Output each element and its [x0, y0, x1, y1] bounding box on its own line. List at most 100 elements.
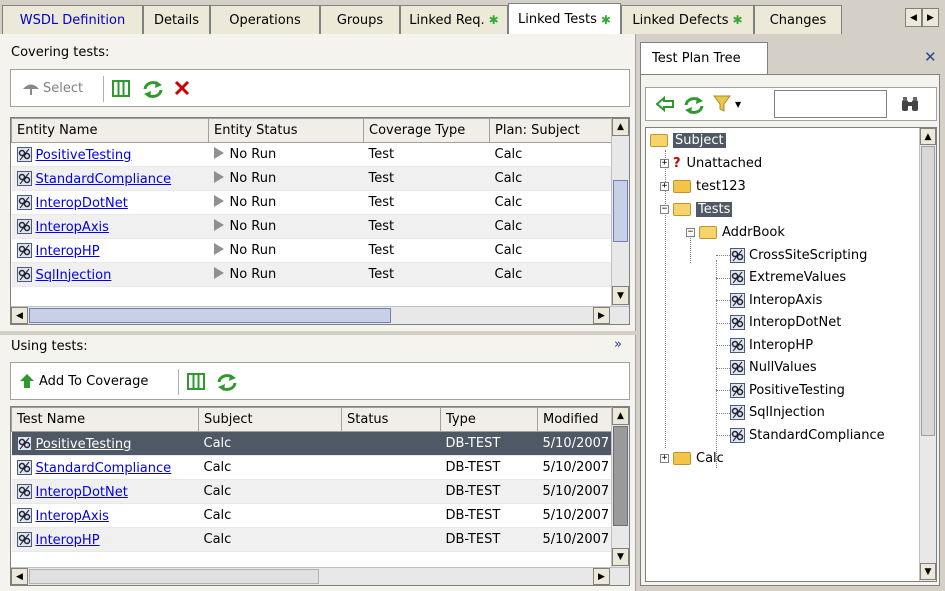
column-header-entity-status[interactable]: Entity Status [208, 118, 364, 143]
test-link[interactable]: InteropDotNet [36, 485, 128, 500]
column-header-subject[interactable]: Subject [198, 407, 342, 432]
tree-node-subject[interactable]: Subject [650, 130, 726, 150]
test-link[interactable]: StandardCompliance [36, 461, 172, 476]
covering-vertical-scrollbar[interactable]: ▲ ▼ [611, 118, 629, 306]
table-row[interactable]: PositiveTesting No Run Test Calc [11, 142, 612, 167]
scroll-down-button[interactable]: ▼ [920, 563, 936, 580]
find-button[interactable] [901, 96, 919, 112]
table-row[interactable]: StandardCompliance No Run Test Calc [11, 166, 612, 191]
entity-name-cell[interactable]: SqlInjection [11, 262, 209, 287]
test-link[interactable]: SqlInjection [36, 268, 112, 283]
entity-name-cell[interactable]: InteropHP [11, 238, 209, 263]
tree-node-test[interactable]: StandardCompliance [730, 425, 885, 445]
scroll-thumb[interactable] [921, 146, 935, 436]
expand-icon[interactable]: + [660, 181, 669, 191]
test-link[interactable]: InteropHP [36, 244, 100, 259]
scroll-right-button[interactable]: ▶ [593, 568, 610, 585]
table-row[interactable]: PositiveTesting Calc DB-TEST 5/10/2007 [11, 431, 612, 456]
select-columns-button[interactable] [187, 373, 205, 390]
tab-groups[interactable]: Groups [320, 5, 400, 34]
scroll-thumb[interactable] [613, 180, 628, 242]
tree-search-input[interactable] [774, 90, 887, 118]
tab-scroll-left-button[interactable]: ◀ [905, 8, 922, 27]
table-row[interactable]: SqlInjection No Run Test Calc [11, 262, 612, 287]
tree-node-test[interactable]: PositiveTesting [730, 380, 845, 400]
test-link[interactable]: InteropDotNet [36, 196, 128, 211]
entity-name-cell[interactable]: InteropAxis [11, 214, 209, 239]
scroll-thumb[interactable] [29, 569, 319, 584]
column-header-entity-name[interactable]: Entity Name [11, 118, 209, 143]
tree-node-tests[interactable]: − Tests [660, 199, 733, 219]
test-link[interactable]: InteropHP [36, 533, 100, 548]
tab-scroll-right-button[interactable]: ▶ [922, 8, 939, 27]
select-columns-button[interactable] [112, 80, 130, 97]
test-link[interactable]: PositiveTesting [36, 148, 132, 163]
go-back-button[interactable] [656, 96, 674, 112]
column-header-coverage-type[interactable]: Coverage Type [363, 118, 490, 143]
tab-linked-tests[interactable]: Linked Tests ✱ [508, 3, 621, 35]
column-header-test-name[interactable]: Test Name [11, 407, 199, 432]
table-row[interactable]: InteropDotNet Calc DB-TEST 5/10/2007 [11, 479, 612, 504]
close-icon[interactable]: ✕ [924, 48, 937, 66]
tab-changes[interactable]: Changes [754, 5, 842, 34]
test-link[interactable]: InteropAxis [36, 509, 109, 524]
tab-linked-req[interactable]: Linked Req. ✱ [400, 5, 508, 34]
tree-node-addrbook[interactable]: − AddrBook [686, 222, 785, 242]
expand-icon[interactable]: + [660, 453, 669, 463]
tree-node-test123[interactable]: + test123 [660, 176, 746, 196]
scroll-down-button[interactable]: ▼ [612, 548, 629, 566]
refresh-button[interactable] [142, 79, 164, 99]
tree-node-test[interactable]: SqlInjection [730, 403, 825, 423]
covering-horizontal-scrollbar[interactable]: ◀ ▶ [11, 306, 629, 324]
tree-node-test[interactable]: CrossSiteScripting [730, 245, 867, 265]
remove-button[interactable] [173, 79, 191, 97]
tree-node-test[interactable]: NullValues [730, 358, 817, 378]
table-row[interactable]: StandardCompliance Calc DB-TEST 5/10/2007 [11, 455, 612, 480]
tree-node-unattached[interactable]: + ? Unattached [660, 153, 762, 173]
entity-name-cell[interactable]: InteropDotNet [11, 190, 209, 215]
splitter[interactable] [0, 331, 636, 335]
collapse-icon[interactable]: − [686, 227, 695, 237]
scroll-up-button[interactable]: ▲ [612, 407, 629, 425]
refresh-button[interactable] [683, 95, 705, 115]
tree-vertical-scrollbar[interactable]: ▲ ▼ [919, 128, 936, 581]
test-name-cell[interactable]: PositiveTesting [11, 431, 199, 456]
test-name-cell[interactable]: StandardCompliance [11, 455, 199, 480]
test-link[interactable]: InteropAxis [36, 220, 109, 235]
test-name-cell[interactable]: InteropHP [11, 527, 199, 552]
table-row[interactable]: InteropDotNet No Run Test Calc [11, 190, 612, 215]
tree-node-test[interactable]: InteropAxis [730, 290, 822, 310]
scroll-left-button[interactable]: ◀ [11, 568, 28, 585]
tree-node-calc[interactable]: + Calc [660, 448, 724, 468]
expand-icon[interactable]: + [660, 158, 669, 168]
scroll-right-button[interactable]: ▶ [593, 307, 610, 324]
column-header-plan-subject[interactable]: Plan: Subject [489, 118, 612, 143]
tree-node-test[interactable]: InteropDotNet [730, 313, 841, 333]
scroll-up-button[interactable]: ▲ [920, 128, 936, 145]
scroll-left-button[interactable]: ◀ [11, 307, 28, 324]
test-link[interactable]: PositiveTesting [36, 437, 132, 452]
entity-name-cell[interactable]: PositiveTesting [11, 142, 209, 167]
tab-operations[interactable]: Operations [210, 5, 320, 34]
tab-details[interactable]: Details [143, 5, 210, 34]
table-row[interactable]: InteropHP No Run Test Calc [11, 238, 612, 263]
add-to-coverage-button[interactable]: Add To Coverage [19, 373, 148, 389]
entity-name-cell[interactable]: StandardCompliance [11, 166, 209, 191]
collapse-icon[interactable]: − [660, 204, 669, 214]
test-name-cell[interactable]: InteropAxis [11, 503, 199, 528]
filter-button[interactable]: ▼ [713, 95, 741, 113]
collapse-chevron-icon[interactable]: » [614, 337, 622, 352]
test-name-cell[interactable]: InteropDotNet [11, 479, 199, 504]
scroll-down-button[interactable]: ▼ [612, 286, 629, 305]
scroll-thumb[interactable] [613, 426, 628, 526]
column-header-type[interactable]: Type [440, 407, 538, 432]
test-link[interactable]: StandardCompliance [36, 172, 172, 187]
scroll-up-button[interactable]: ▲ [612, 118, 629, 136]
using-vertical-scrollbar[interactable]: ▲ ▼ [611, 407, 629, 567]
using-horizontal-scrollbar[interactable]: ◀ ▶ [11, 567, 629, 585]
column-header-status[interactable]: Status [341, 407, 441, 432]
table-row[interactable]: InteropHP Calc DB-TEST 5/10/2007 [11, 527, 612, 552]
tree-node-test[interactable]: InteropHP [730, 335, 813, 355]
scroll-thumb[interactable] [29, 308, 391, 323]
select-button[interactable]: Select [21, 80, 83, 96]
